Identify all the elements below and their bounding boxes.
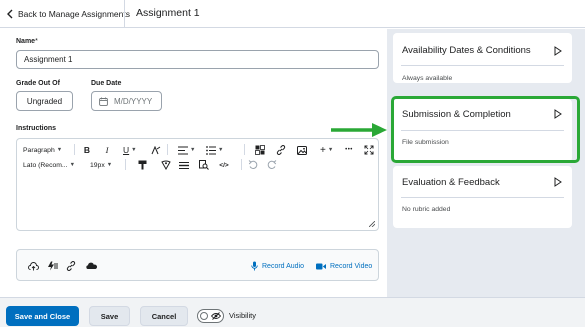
save-and-close-button[interactable]: Save and Close: [6, 306, 79, 326]
format-painter-icon[interactable]: [136, 159, 148, 171]
play-triangle-icon[interactable]: [554, 46, 562, 56]
instructions-editor[interactable]: Paragraph ▼ B I U ▼ ▼ ▼ + ▼ ••• Lato (Re…: [16, 138, 379, 231]
google-drive-icon[interactable]: [85, 260, 97, 272]
resize-handle-icon[interactable]: [369, 221, 375, 227]
bold-button[interactable]: B: [81, 144, 93, 156]
name-input[interactable]: Assignment 1: [16, 50, 379, 69]
insert-image-icon[interactable]: [296, 144, 308, 156]
header-divider: [124, 0, 125, 28]
upload-cloud-icon[interactable]: [27, 260, 39, 272]
toolbar-divider: [125, 159, 126, 170]
underline-button[interactable]: U ▼: [123, 144, 137, 156]
bulleted-list-icon[interactable]: ▼: [206, 144, 223, 156]
back-link-label: Back to Manage Assignments: [18, 9, 130, 19]
grade-out-of-field[interactable]: Ungraded: [16, 91, 73, 111]
evaluation-feedback-card[interactable]: Evaluation & Feedback No rubric added: [393, 166, 572, 228]
play-triangle-icon[interactable]: [554, 177, 562, 187]
toolbar-divider: [244, 144, 245, 155]
attachments-bar: Record Audio Record Video: [16, 249, 379, 281]
accessibility-checker-icon[interactable]: [160, 159, 172, 171]
attach-link-icon[interactable]: [65, 260, 77, 272]
insert-stuff-icon[interactable]: [254, 144, 266, 156]
calendar-icon: [99, 97, 108, 106]
card-divider: [401, 197, 564, 198]
toolbar-divider: [74, 144, 75, 155]
settings-panel: Availability Dates & Conditions Always a…: [387, 29, 585, 297]
evaluation-card-summary: No rubric added: [402, 206, 451, 213]
back-to-manage-assignments-link[interactable]: Back to Manage Assignments: [6, 6, 130, 22]
name-label: Name*: [16, 38, 38, 45]
green-arrow-icon: [331, 122, 388, 138]
video-camera-icon: [316, 263, 326, 270]
toolbar-divider: [241, 159, 242, 170]
top-bar: Back to Manage Assignments Assignment 1: [0, 0, 585, 28]
horizontal-line-icon[interactable]: [178, 159, 190, 171]
font-family-select[interactable]: Lato (Recom... ▼: [23, 159, 75, 171]
availability-card-title: Availability Dates & Conditions: [402, 45, 531, 56]
redo-icon[interactable]: [266, 159, 278, 171]
insert-more-button[interactable]: + ▼: [320, 144, 333, 156]
save-button[interactable]: Save: [89, 306, 130, 326]
undo-icon[interactable]: [247, 159, 259, 171]
eye-slash-icon: [211, 312, 221, 320]
visibility-label: Visibility: [229, 311, 256, 320]
chevron-left-icon: [6, 9, 14, 19]
quicklink-icon[interactable]: [46, 260, 58, 272]
due-date-placeholder: M/D/YYYY: [114, 96, 153, 106]
paragraph-format-select[interactable]: Paragraph ▼: [23, 144, 62, 156]
footer-bar: Save and Close Save Cancel Visibility: [0, 297, 585, 327]
grade-out-of-label: Grade Out Of: [16, 80, 60, 87]
source-code-icon[interactable]: </>: [218, 159, 230, 171]
card-divider: [401, 65, 564, 66]
editor-toolbar-row-1: Paragraph ▼ B I U ▼ ▼ ▼ + ▼ •••: [17, 142, 378, 158]
cancel-button[interactable]: Cancel: [140, 306, 188, 326]
record-audio-button[interactable]: Record Audio: [251, 260, 304, 272]
italic-button[interactable]: I: [101, 144, 113, 156]
fullscreen-icon[interactable]: [363, 144, 375, 156]
instructions-label: Instructions: [16, 125, 57, 132]
font-size-select[interactable]: 19px ▼: [90, 159, 112, 171]
availability-card[interactable]: Availability Dates & Conditions Always a…: [393, 33, 572, 83]
insert-link-icon[interactable]: [275, 144, 287, 156]
more-actions-button[interactable]: •••: [343, 144, 355, 156]
due-date-label: Due Date: [91, 80, 122, 87]
editor-toolbar-row-2: Lato (Recom... ▼ 19px ▼ </>: [17, 157, 378, 173]
due-date-input[interactable]: M/D/YYYY: [91, 91, 162, 111]
visibility-toggle[interactable]: [197, 309, 224, 323]
record-video-button[interactable]: Record Video: [316, 260, 372, 272]
text-style-icon[interactable]: [150, 144, 162, 156]
toolbar-divider: [167, 144, 168, 155]
toggle-knob: [200, 312, 208, 320]
highlight-box: [391, 96, 580, 163]
align-left-icon[interactable]: ▼: [178, 144, 195, 156]
availability-card-summary: Always available: [402, 75, 453, 82]
microphone-icon: [251, 261, 258, 271]
evaluation-card-title: Evaluation & Feedback: [402, 177, 500, 188]
page-title: Assignment 1: [136, 7, 200, 19]
find-replace-icon[interactable]: [198, 159, 210, 171]
record-video-label: Record Video: [330, 262, 373, 270]
record-audio-label: Record Audio: [262, 262, 305, 270]
